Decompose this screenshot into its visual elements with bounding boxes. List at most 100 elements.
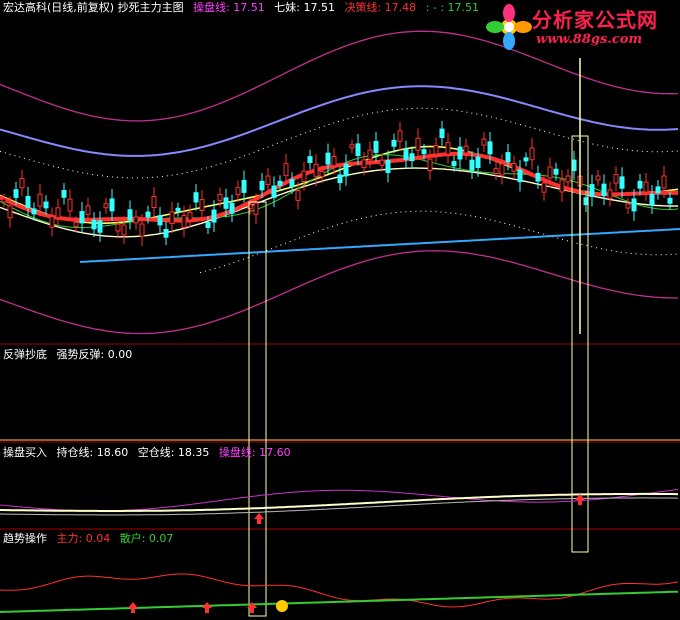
watermark-logo: 分析家公式网 www.88gs.com — [484, 2, 674, 54]
candle-body — [415, 137, 421, 151]
main-panel-item-2: 决策线: 17.48 — [344, 1, 417, 14]
candle-body — [67, 198, 73, 212]
candle-body — [367, 149, 373, 160]
candle-body — [511, 163, 517, 172]
candle-body — [625, 203, 631, 209]
candle-body — [385, 159, 391, 173]
candle-body — [451, 161, 457, 167]
candle-body — [667, 197, 673, 204]
candle-body — [79, 211, 85, 224]
candle-body — [31, 208, 37, 215]
candle-body — [499, 163, 505, 176]
candle-body — [1, 198, 7, 203]
candle-body — [463, 145, 469, 154]
candle-body — [151, 196, 157, 208]
candle-body — [283, 163, 289, 177]
candle-body — [409, 153, 415, 162]
main-panel-header: 宏达高科(日线,前复权) 抄死主力主图 操盘线: 17.51 七妹: 17.51… — [3, 1, 485, 15]
panel2-title: 反弹抄底 — [3, 348, 47, 361]
panel3-header: 操盘买入 持仓线: 18.60 空仓线: 18.35 操盘线: 17.60 — [3, 446, 297, 460]
lower-band-line — [0, 250, 678, 335]
candle-body — [469, 159, 475, 171]
candle-body — [271, 185, 277, 198]
candle-body — [7, 205, 13, 219]
upper-blue-band-line — [0, 85, 679, 157]
candle-body — [199, 199, 205, 211]
buy-arrow-p3-1 — [254, 513, 264, 524]
panel3-item-2: 操盘线: 17.60 — [218, 446, 291, 459]
candle-body — [601, 183, 607, 196]
candle-body — [439, 128, 445, 139]
candle-body — [13, 189, 19, 198]
candle-body — [265, 175, 271, 186]
candle-body — [655, 186, 661, 194]
main-panel-item-3: : - : 17.51 — [425, 1, 480, 14]
candle-body — [649, 193, 655, 206]
candle-body — [289, 179, 295, 187]
signal-column-1 — [248, 201, 267, 617]
candle-body — [295, 190, 301, 201]
candle-body — [553, 168, 559, 175]
candle-body — [115, 223, 121, 232]
candle-body — [427, 158, 433, 172]
candle-body — [481, 138, 487, 146]
candle-body — [25, 195, 31, 208]
candle-body — [217, 193, 223, 201]
smiley-icon — [276, 600, 288, 612]
candle-body — [193, 192, 199, 203]
candle-body — [43, 201, 49, 209]
candle-body — [529, 147, 535, 161]
candle-body — [583, 197, 589, 206]
buy-arrow-p3-2 — [575, 494, 585, 505]
panel2-item-0: 强势反弹: 0.00 — [56, 348, 133, 361]
candle-body — [319, 170, 325, 177]
main-panel-title: 宏达高科(日线,前复权) 抄死主力主图 — [3, 1, 184, 14]
candle-body — [433, 145, 439, 155]
panel3-item-1: 空仓线: 18.35 — [137, 446, 210, 459]
candle-body — [571, 159, 577, 172]
candle-body — [493, 168, 499, 175]
candle-body — [565, 175, 571, 183]
candle-body — [631, 198, 637, 212]
panel4-item-0: 主力: 0.04 — [56, 532, 111, 545]
candle-body — [391, 139, 397, 147]
flower-icon — [486, 4, 532, 50]
candle-body — [547, 166, 553, 179]
candle-body — [517, 169, 523, 183]
panel4-title: 趋势操作 — [3, 532, 47, 545]
candle-body — [187, 211, 193, 221]
panel4-header: 趋势操作 主力: 0.04 散户: 0.07 — [3, 532, 179, 546]
candle-body — [403, 149, 409, 160]
candle-body — [337, 174, 343, 184]
candle-body — [127, 209, 133, 221]
stock-chart-window: 宏达高科(日线,前复权) 抄死主力主图 操盘线: 17.51 七妹: 17.51… — [0, 0, 680, 620]
candle-body — [109, 198, 115, 212]
main-panel-item-0: 操盘线: 17.51 — [193, 1, 265, 14]
candle-body — [175, 207, 181, 212]
chart-canvas[interactable] — [0, 0, 680, 620]
yellow-ma-line — [0, 145, 679, 224]
candle-body — [589, 184, 595, 197]
watermark-text: 分析家公式网 — [532, 8, 658, 32]
candle-body — [97, 220, 103, 233]
candle-body — [133, 216, 139, 224]
candle-body — [139, 223, 145, 237]
candle-body — [397, 130, 403, 142]
candle-body — [613, 174, 619, 184]
candle-body — [457, 146, 463, 160]
candle-body — [307, 156, 313, 164]
candle-body — [181, 215, 187, 228]
candle-body — [37, 193, 43, 207]
buy-arrow-p4-1 — [128, 602, 138, 613]
panel2-header: 反弹抄底 强势反弹: 0.00 — [3, 348, 138, 362]
candle-body — [163, 229, 169, 238]
candle-body — [661, 175, 667, 189]
candle-body — [595, 175, 601, 181]
candle-body — [73, 221, 79, 227]
candle-body — [205, 222, 211, 228]
candle-body — [19, 178, 25, 189]
candle-body — [85, 205, 91, 215]
candle-body — [541, 182, 547, 193]
candle-body — [277, 180, 283, 186]
candle-body — [49, 216, 55, 228]
